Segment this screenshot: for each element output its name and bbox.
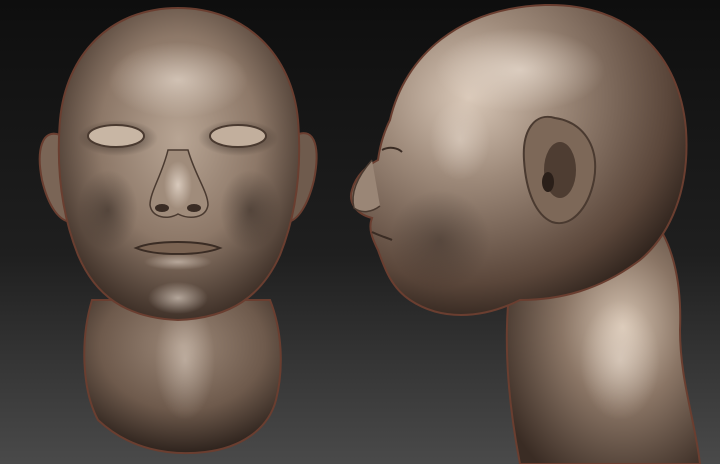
front-right-eye <box>209 124 267 148</box>
sculpt-render <box>0 0 720 464</box>
front-mouth <box>133 241 223 255</box>
render-canvas <box>0 0 720 464</box>
front-left-eye <box>87 124 145 148</box>
